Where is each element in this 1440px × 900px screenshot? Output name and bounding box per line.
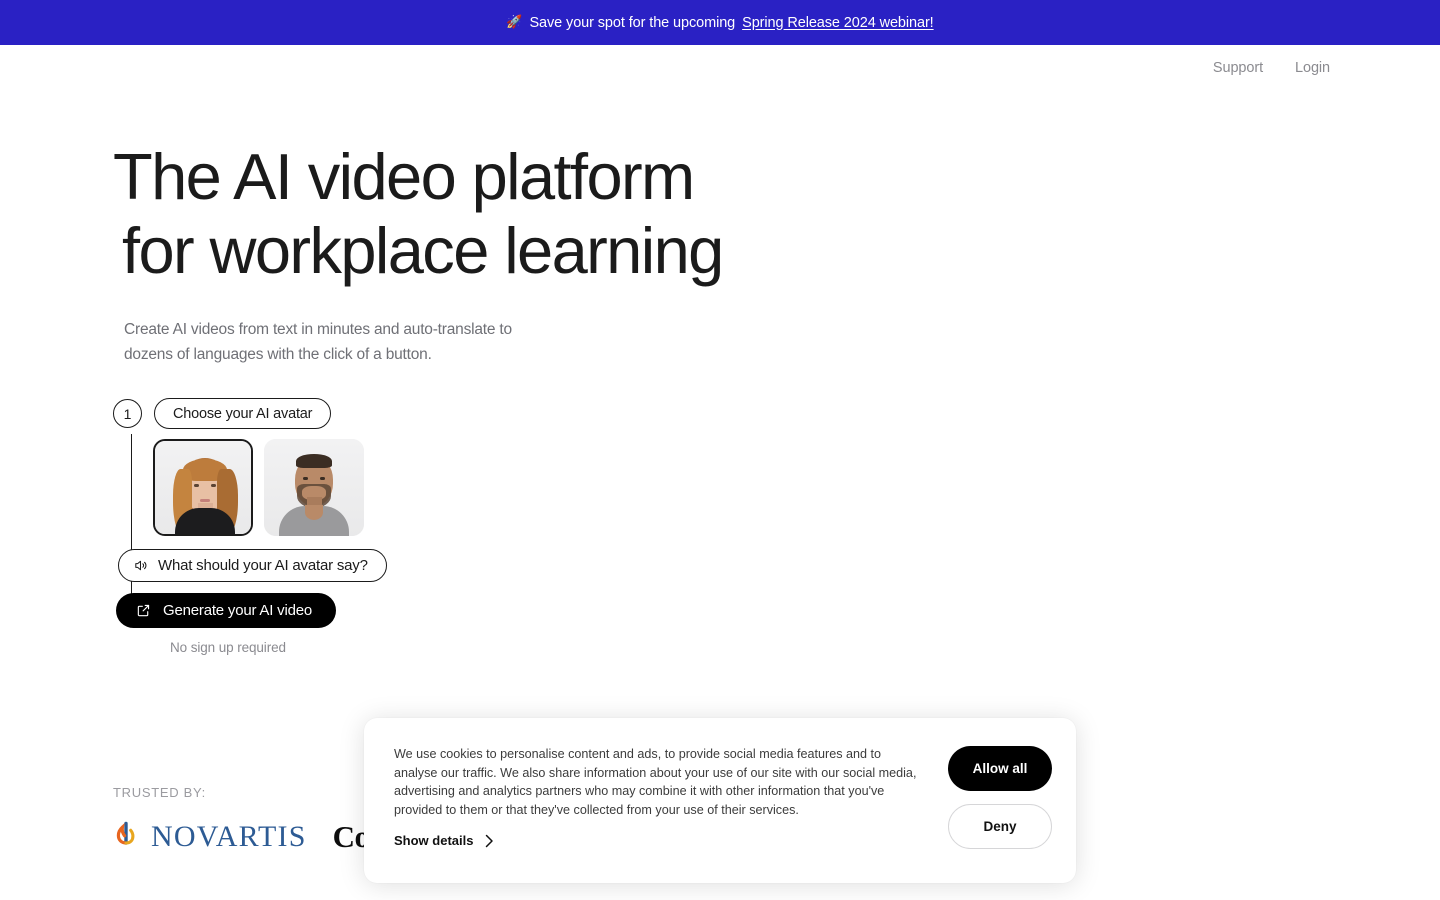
novartis-logo: NOVARTIS	[113, 820, 307, 854]
avatar-choices	[153, 439, 673, 536]
chevron-right-icon	[485, 834, 494, 848]
generate-video-label: Generate your AI video	[163, 602, 313, 619]
cookie-consent-actions: Allow all Deny	[948, 745, 1052, 883]
female-avatar-image	[155, 441, 251, 534]
webinar-link[interactable]: Spring Release 2024 webinar!	[742, 15, 934, 31]
deny-button[interactable]: Deny	[948, 804, 1052, 849]
speaker-icon	[133, 558, 148, 573]
show-details-link[interactable]: Show details	[394, 833, 494, 848]
nav-link-support[interactable]: Support	[1213, 60, 1263, 76]
allow-all-button[interactable]: Allow all	[948, 746, 1052, 791]
headline-line-2: for workplace learning	[122, 214, 724, 287]
external-link-icon	[136, 603, 151, 618]
choose-avatar-label: Choose your AI avatar	[173, 405, 313, 422]
subhead-line-2: dozens of languages with the click of a …	[124, 346, 432, 363]
novartis-wordmark: NOVARTIS	[151, 820, 307, 853]
avatar-script-label: What should your AI avatar say?	[158, 557, 368, 574]
avatar-option-male[interactable]	[264, 439, 364, 536]
site-header: Support Login	[0, 45, 1440, 91]
cookie-consent-text: We use cookies to personalise content an…	[394, 747, 917, 817]
generate-video-button[interactable]: Generate your AI video	[116, 593, 337, 628]
avatar-script-input[interactable]: What should your AI avatar say?	[118, 549, 387, 582]
rocket-icon: 🚀	[506, 14, 523, 29]
step-one-row: 1 Choose your AI avatar	[113, 398, 673, 429]
announcement-banner-content: 🚀 Save your spot for the upcoming Spring…	[506, 15, 933, 31]
avatar-script-row: What should your AI avatar say?	[118, 549, 673, 582]
headline-line-1: The AI video platform	[113, 140, 695, 213]
cookie-consent-content: We use cookies to personalise content an…	[394, 745, 924, 883]
cookie-consent-dialog: We use cookies to personalise content an…	[364, 718, 1076, 883]
step-number-badge: 1	[113, 399, 142, 428]
generate-row: Generate your AI video	[116, 593, 673, 628]
avatar-option-female[interactable]	[153, 439, 253, 536]
show-details-label: Show details	[394, 833, 474, 849]
novartis-flame-icon	[113, 820, 139, 854]
nav-link-login[interactable]: Login	[1295, 60, 1330, 76]
no-signup-note: No sign up required	[170, 640, 286, 655]
page-title: The AI video platform for workplace lear…	[113, 140, 873, 288]
announcement-banner: 🚀 Save your spot for the upcoming Spring…	[0, 0, 1440, 45]
subhead-line-1: Create AI videos from text in minutes an…	[124, 321, 512, 338]
avatar-demo-widget: 1 Choose your AI avatar What should your…	[113, 398, 673, 655]
hero-section: The AI video platform for workplace lear…	[113, 140, 873, 367]
choose-avatar-pill[interactable]: Choose your AI avatar	[154, 398, 332, 429]
announcement-text: Save your spot for the upcoming	[529, 14, 736, 31]
male-avatar-image	[264, 439, 364, 536]
hero-subheading: Create AI videos from text in minutes an…	[124, 317, 564, 367]
landing-page: 🚀 Save your spot for the upcoming Spring…	[0, 0, 1440, 900]
